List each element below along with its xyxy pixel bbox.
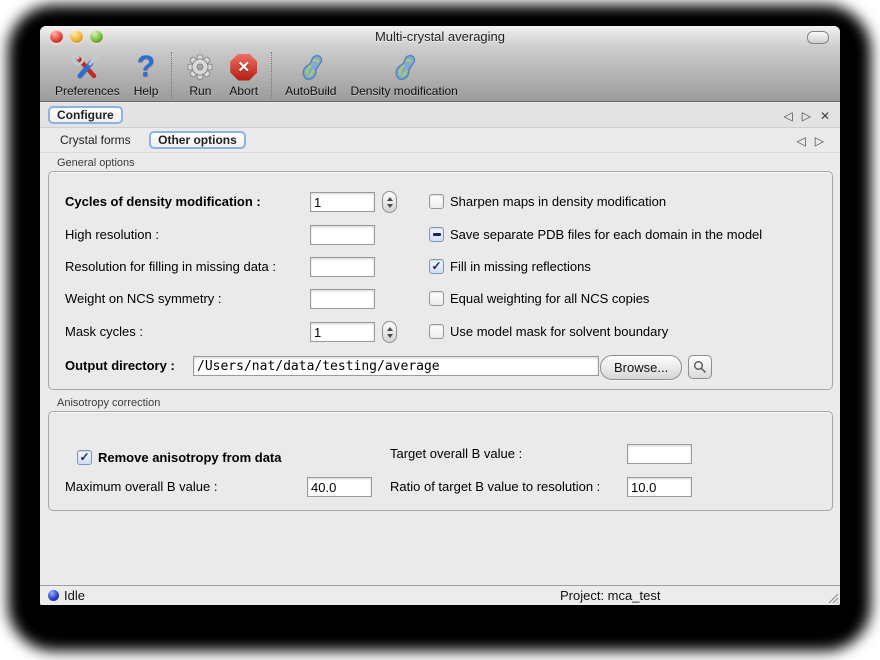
target-b-value-input[interactable]: [627, 444, 692, 464]
ratio-b-value-input[interactable]: [627, 477, 692, 497]
main-tab-bar: Configure ◁ ▷ ✕: [40, 103, 840, 128]
preferences-button[interactable]: Preferences: [55, 50, 120, 98]
tab-crystal-forms[interactable]: Crystal forms: [52, 132, 139, 148]
toolbar-item-label: Density modification: [350, 84, 457, 98]
toolbar-toggle-button[interactable]: [807, 31, 829, 44]
fill-missing-reflections-checkbox[interactable]: [429, 259, 444, 274]
ncs-weight-input[interactable]: [310, 289, 375, 309]
field-label: High resolution :: [65, 225, 159, 245]
sharpen-maps-checkbox[interactable]: [429, 194, 444, 209]
run-button[interactable]: Run: [185, 50, 215, 98]
question-icon: ?: [137, 50, 155, 84]
group-legend: General options: [57, 157, 135, 169]
window-title: Multi-crystal averaging: [40, 26, 840, 47]
tools-icon: [71, 50, 103, 84]
equal-weighting-checkbox[interactable]: [429, 291, 444, 306]
group-legend: Anisotropy correction: [57, 397, 160, 409]
cycles-density-modification-input[interactable]: [310, 192, 375, 212]
toolbar-item-label: Run: [189, 84, 211, 98]
field-label: Maximum overall B value :: [65, 477, 217, 497]
abort-button[interactable]: ✕ Abort: [229, 50, 258, 98]
stop-x-icon: ✕: [230, 50, 257, 84]
checkbox-label: Equal weighting for all NCS copies: [450, 291, 649, 306]
mask-cycles-spinner[interactable]: [382, 321, 397, 343]
field-label: Mask cycles :: [65, 322, 143, 342]
high-resolution-input[interactable]: [310, 225, 375, 245]
status-text: Idle: [64, 586, 85, 605]
checkbox-label: Save separate PDB files for each domain …: [450, 227, 762, 242]
status-bar: Idle Project: mca_test: [40, 585, 840, 605]
tab-other-options[interactable]: Other options: [149, 131, 246, 149]
field-label: Ratio of target B value to resolution :: [390, 477, 600, 497]
tab-configure[interactable]: Configure: [48, 106, 123, 124]
toolbar-item-label: Preferences: [55, 84, 120, 98]
checkbox-label: Sharpen maps in density modification: [450, 194, 666, 209]
field-label: Cycles of density modification :: [65, 192, 261, 212]
magnifier-icon: [693, 360, 707, 374]
field-label: Weight on NCS symmetry :: [65, 289, 222, 309]
mask-cycles-input[interactable]: [310, 322, 375, 342]
field-label: Target overall B value :: [390, 444, 522, 464]
resolution-filling-input[interactable]: [310, 257, 375, 277]
tab-close-icon[interactable]: ✕: [820, 109, 830, 123]
tab-prev-arrow[interactable]: ◁: [797, 134, 806, 148]
tab-prev-arrow[interactable]: ◁: [783, 109, 792, 123]
remove-anisotropy-checkbox[interactable]: [77, 450, 92, 465]
sub-tab-bar: Crystal forms Other options ◁ ▷: [40, 128, 840, 153]
toolbar-item-label: AutoBuild: [285, 84, 336, 98]
status-idle-icon: [48, 590, 59, 601]
app-window: Multi-crystal averaging Preferences ? He…: [40, 26, 840, 605]
cycles-spinner[interactable]: [382, 191, 397, 213]
field-label: Resolution for filling in missing data :: [65, 257, 276, 277]
density-modification-button[interactable]: Density modification: [350, 50, 457, 98]
toolbar-item-label: Help: [134, 84, 159, 98]
toolbar-separator: [171, 52, 172, 98]
resize-grip[interactable]: [826, 591, 839, 604]
max-b-value-input[interactable]: [307, 477, 372, 497]
save-separate-pdb-checkbox[interactable]: [429, 227, 444, 242]
project-label: Project: mca_test: [560, 586, 660, 605]
output-directory-input[interactable]: [193, 356, 599, 376]
gear-icon: [185, 50, 215, 84]
toolbar-separator: [271, 52, 272, 98]
model-mask-checkbox[interactable]: [429, 324, 444, 339]
checkbox-label: Remove anisotropy from data: [98, 450, 282, 465]
protein-model-icon: [389, 50, 419, 84]
autobuild-button[interactable]: AutoBuild: [285, 50, 336, 98]
tab-next-arrow[interactable]: ▷: [815, 134, 824, 148]
browse-button[interactable]: Browse...: [600, 355, 682, 380]
field-label: Output directory :: [65, 356, 175, 376]
tab-next-arrow[interactable]: ▷: [802, 109, 811, 123]
help-button[interactable]: ? Help: [134, 50, 159, 98]
checkbox-label: Fill in missing reflections: [450, 259, 591, 274]
protein-model-icon: [296, 50, 326, 84]
magnifier-button[interactable]: [688, 355, 712, 379]
title-bar[interactable]: Multi-crystal averaging: [40, 26, 840, 47]
toolbar: Preferences ? Help Run: [40, 47, 840, 102]
toolbar-item-label: Abort: [229, 84, 258, 98]
checkbox-label: Use model mask for solvent boundary: [450, 324, 668, 339]
